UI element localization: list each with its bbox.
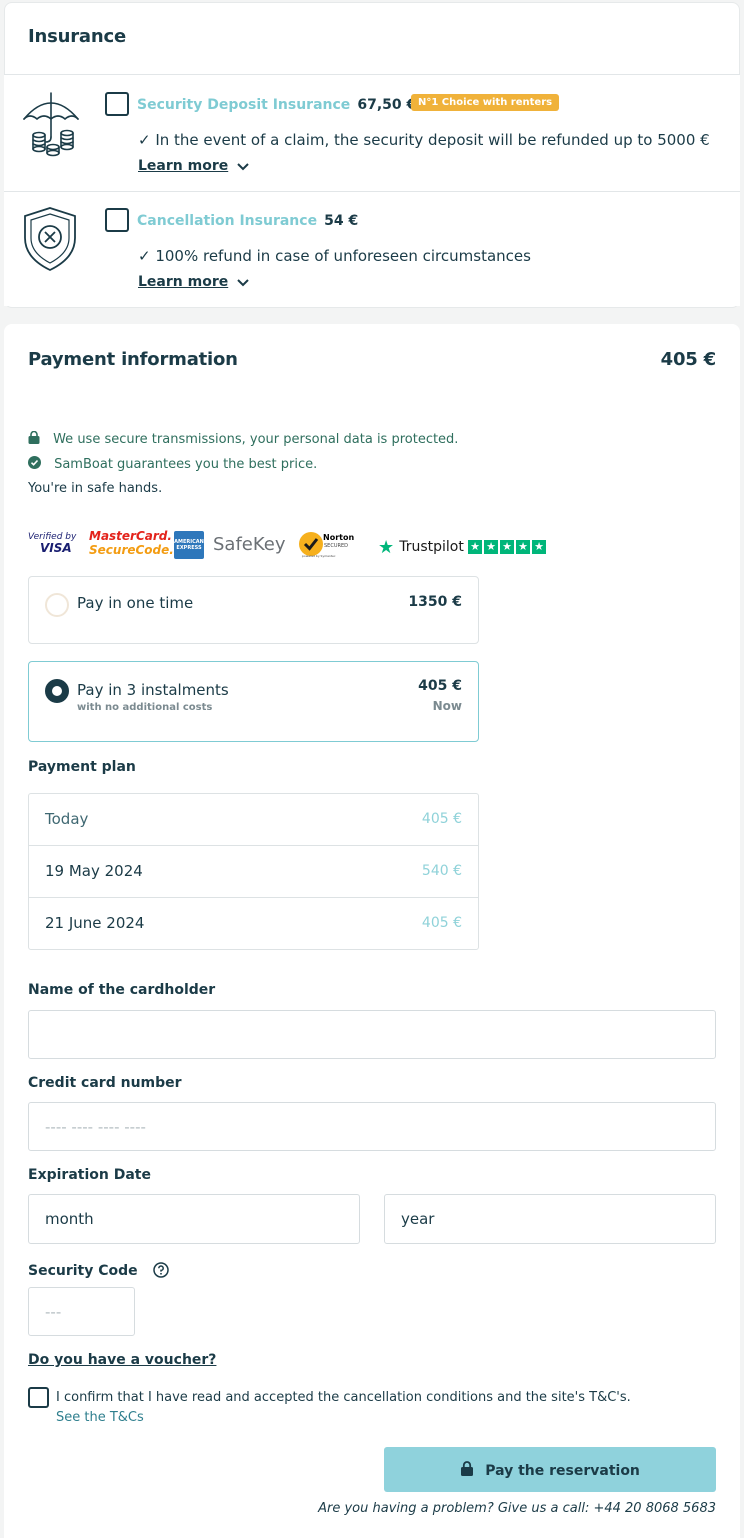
option-pay-instalments[interactable]: Pay in 3 instalments with no additional …	[28, 661, 479, 742]
top-choice-badge: N°1 Choice with renters	[411, 94, 560, 111]
cancellation-insurance-name: Cancellation Insurance	[137, 213, 318, 229]
month-select[interactable]: month	[28, 1194, 360, 1244]
securecode-text: SecureCode.	[89, 543, 174, 557]
plan-date: 19 May 2024	[45, 862, 143, 880]
plan-row: 19 May 2024 540 €	[29, 846, 478, 898]
pay-instalments-sublabel: with no additional costs	[77, 702, 213, 713]
cardholder-input[interactable]	[28, 1010, 716, 1059]
option-pay-one-time[interactable]: Pay in one time 1350 €	[28, 576, 479, 644]
check-circle-icon	[28, 454, 41, 473]
deposit-insurance-name: Security Deposit Insurance	[137, 97, 351, 113]
rating-star-icon: ★	[484, 540, 498, 554]
rating-star-icon: ★	[500, 540, 514, 554]
insurance-row-cancellation: Cancellation Insurance 54 € ✓ 100% refun…	[4, 192, 740, 306]
cancellation-insurance-price: 54 €	[324, 213, 359, 229]
deposit-insurance-description: ✓ In the event of a claim, the security …	[138, 131, 710, 149]
cancellation-insurance-header: Cancellation Insurance 54 €	[137, 210, 358, 229]
trustpilot-logo: ★ Trustpilot	[378, 536, 464, 558]
chevron-down-icon	[237, 272, 250, 291]
plan-date: Today	[45, 810, 89, 828]
amex-text: AMERICAN EXPRESS	[174, 539, 204, 551]
pay-one-time-radio[interactable]	[45, 593, 69, 617]
plan-row: 21 June 2024 405 €	[29, 898, 478, 950]
card-number-label: Credit card number	[28, 1075, 182, 1091]
plan-amount: 405 €	[421, 811, 462, 827]
guarantee-note-text: SamBoat guarantees you the best price.	[54, 457, 318, 472]
pay-instalments-radio[interactable]	[45, 679, 69, 703]
norton-powered-text: powered by Symantec	[302, 554, 336, 558]
plan-amount: 405 €	[421, 915, 462, 931]
confirm-terms-text: I confirm that I have read and accepted …	[56, 1390, 631, 1405]
rating-star-icon: ★	[516, 540, 530, 554]
plan-date: 21 June 2024	[45, 914, 145, 932]
plan-row: Today 405 €	[29, 794, 478, 846]
mastercard-text: MasterCard.	[89, 529, 172, 543]
insurance-title: Insurance	[28, 26, 126, 47]
payment-total: 405 €	[660, 349, 717, 370]
lock-icon	[460, 1448, 474, 1493]
safe-hands-text: You're in safe hands.	[28, 481, 163, 496]
amex-logo: AMERICAN EXPRESS	[174, 531, 204, 559]
voucher-link[interactable]: Do you have a voucher?	[28, 1352, 216, 1368]
guarantee-note: SamBoat guarantees you the best price.	[28, 453, 317, 473]
safekey-logo: SafeKey	[213, 534, 286, 555]
cardholder-label: Name of the cardholder	[28, 982, 216, 998]
help-text: Are you having a problem? Give us a call…	[318, 1501, 716, 1516]
pay-one-time-label: Pay in one time	[77, 594, 194, 612]
pay-reservation-button[interactable]: Pay the reservation	[384, 1447, 716, 1492]
rating-star-icon: ★	[532, 540, 546, 554]
deposit-insurance-header: Security Deposit Insurance 67,50 €	[137, 94, 416, 113]
month-select-value: month	[45, 1210, 94, 1228]
deposit-insurance-price: 67,50 €	[357, 97, 417, 113]
secure-note: We use secure transmissions, your person…	[28, 428, 458, 448]
verified-by-visa-logo: Verified by VISA	[28, 532, 80, 554]
norton-text: Norton	[323, 533, 355, 542]
pay-reservation-label: Pay the reservation	[485, 1463, 640, 1479]
cancellation-insurance-description: ✓ 100% refund in case of unforeseen circ…	[138, 247, 531, 265]
pay-instalments-label: Pay in 3 instalments	[77, 681, 229, 699]
visa-text: VISA	[40, 541, 72, 555]
pay-instalments-amount: 405 €	[418, 678, 462, 694]
chevron-down-icon	[237, 156, 250, 175]
year-select[interactable]: year	[384, 1194, 716, 1244]
cancellation-learn-more-link[interactable]: Learn more	[138, 271, 250, 291]
security-code-label-row: Security Code	[28, 1260, 169, 1282]
confirm-terms-checkbox[interactable]	[28, 1387, 49, 1408]
rating-star-icon: ★	[468, 540, 482, 554]
see-terms-link[interactable]: See the T&Cs	[56, 1410, 144, 1425]
mastercard-securecode-logo: MasterCard. SecureCode.	[89, 529, 174, 557]
payment-plan-title: Payment plan	[28, 759, 136, 775]
norton-secured-logo: Norton SECURED powered by Symantec	[299, 530, 357, 560]
secure-note-text: We use secure transmissions, your person…	[53, 432, 459, 447]
learn-more-label: Learn more	[138, 158, 229, 174]
learn-more-label: Learn more	[138, 274, 229, 290]
year-select-value: year	[401, 1210, 435, 1228]
payment-plan-table: Today 405 € 19 May 2024 540 € 21 June 20…	[28, 793, 479, 950]
pay-one-time-amount: 1350 €	[408, 594, 462, 610]
plan-amount: 540 €	[421, 863, 462, 879]
lock-icon	[28, 429, 40, 448]
shield-cross-icon	[22, 206, 78, 272]
insurance-row-deposit: Security Deposit Insurance 67,50 € N°1 C…	[4, 74, 740, 192]
norton-check-icon	[299, 532, 323, 556]
trustpilot-rating-stars: ★ ★ ★ ★ ★	[468, 540, 546, 554]
deposit-insurance-checkbox[interactable]	[105, 92, 129, 116]
trustpilot-text: Trustpilot	[399, 539, 464, 555]
card-number-input[interactable]	[28, 1102, 716, 1151]
umbrella-coins-icon	[20, 89, 82, 157]
norton-secured-text: SECURED	[324, 543, 348, 549]
deposit-learn-more-link[interactable]: Learn more	[138, 155, 250, 175]
trustpilot-star-icon: ★	[378, 537, 395, 558]
security-code-input[interactable]	[28, 1287, 135, 1336]
expiration-label: Expiration Date	[28, 1167, 151, 1183]
payment-title: Payment information	[28, 349, 238, 370]
cancellation-insurance-checkbox[interactable]	[105, 208, 129, 232]
security-code-label: Security Code	[28, 1263, 138, 1279]
pay-instalments-when: Now	[432, 699, 462, 713]
help-circle-icon[interactable]	[153, 1262, 169, 1282]
